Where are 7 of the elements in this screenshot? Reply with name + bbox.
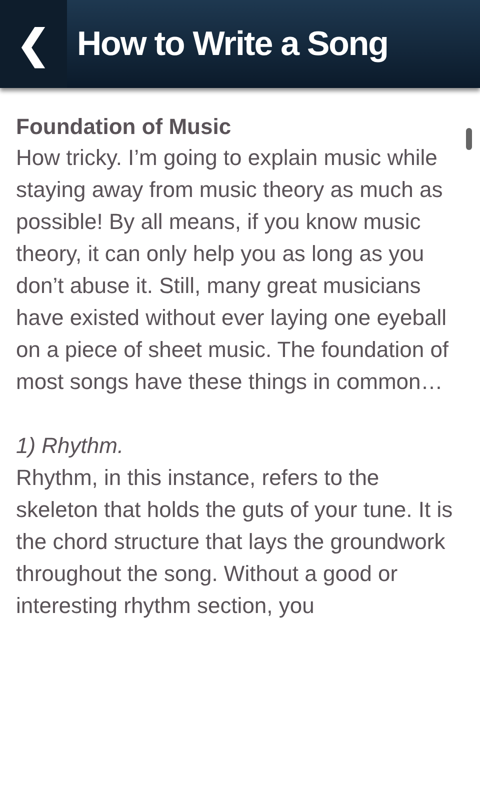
subheading: 1) Rhythm. xyxy=(16,432,125,460)
back-button[interactable]: ❮ xyxy=(0,0,67,88)
body-paragraph: How tricky. I’m going to explain music while staying away from music theory as much as possible! By all means, if you know music theory, it can only help you as long as you don’t abuse it. Still, many great musicians have existed without ever laying one eyeball on a piece of sheet music. The foundation of most songs have these things in common… xyxy=(16,144,450,396)
section-heading: Foundation of Music xyxy=(16,113,232,141)
body-paragraph: Rhythm, in this instance, refers to the skeleton that holds the guts of your tune. It is the chord structure that lays the groundwork throughout the song. Without a good or interesting rhythm section, you xyxy=(16,464,454,620)
page-title: How to Write a Song xyxy=(77,24,388,64)
scrollbar-thumb xyxy=(466,128,472,150)
